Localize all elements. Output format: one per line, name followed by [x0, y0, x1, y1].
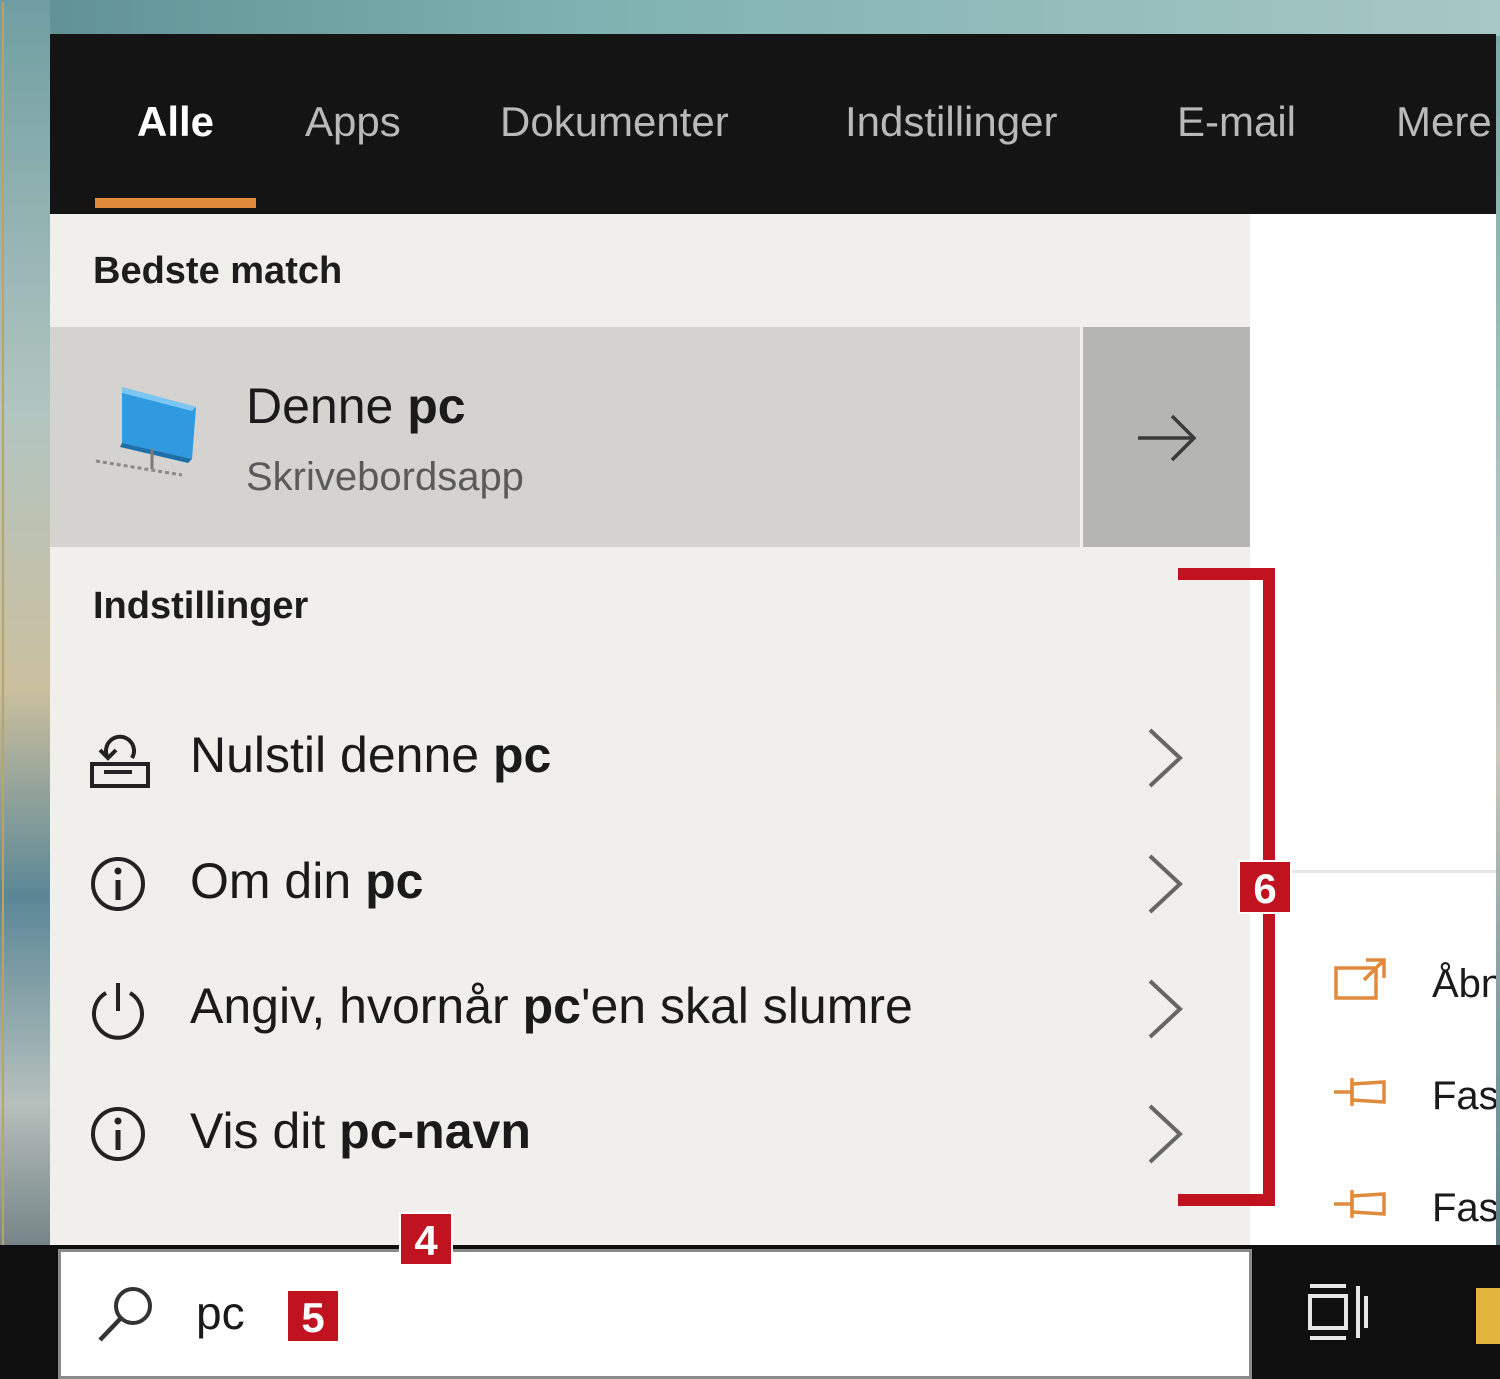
results-list: Bedste match Denne pc Skrivebordsapp Ind…	[50, 214, 1250, 1245]
frame-outline	[2, 2, 4, 1377]
open-icon	[1334, 958, 1386, 1000]
annotation-badge-5: 5	[286, 1289, 340, 1343]
task-view-icon[interactable]	[1306, 1282, 1370, 1342]
chevron-right-icon	[1148, 854, 1183, 914]
settings-item-reset-pc[interactable]: Nulstil denne pc	[50, 700, 1250, 820]
info-icon	[91, 1107, 145, 1161]
settings-item-label: Nulstil denne pc	[190, 727, 552, 783]
reset-pc-icon	[90, 734, 150, 788]
preview-actions: Åbn Fastgør til Start Fastgør til proces…	[1250, 214, 1496, 1245]
settings-item-about-pc[interactable]: Om din pc	[50, 826, 1250, 946]
action-pin-start[interactable]: Fastgør til Start	[1332, 1068, 1496, 1128]
tab-mere[interactable]: Mere	[1396, 92, 1492, 152]
chevron-right-icon	[1148, 979, 1183, 1039]
annotation-bracket-top	[1178, 568, 1275, 580]
settings-item-label: Angiv, hvornår pc'en skal slumre	[190, 978, 913, 1034]
pin-icon	[1334, 1190, 1386, 1218]
info-icon	[91, 857, 145, 911]
open-details-button[interactable]	[1083, 327, 1250, 547]
annotation-badge-4: 4	[399, 1212, 453, 1266]
settings-heading: Indstillinger	[93, 585, 309, 627]
tab-apps[interactable]: Apps	[305, 92, 401, 152]
pin-icon	[1334, 1078, 1386, 1106]
action-pin-taskbar[interactable]: Fastgør til proceslinjen	[1332, 1180, 1496, 1240]
chevron-right-icon	[1148, 728, 1183, 788]
action-open-label: Åbn	[1432, 962, 1496, 1006]
this-pc-icon	[95, 387, 196, 477]
arrow-right-icon	[1138, 414, 1197, 462]
active-tab-indicator	[95, 198, 256, 208]
file-explorer-taskbar-icon[interactable]	[1476, 1288, 1500, 1344]
tab-email[interactable]: E-mail	[1177, 92, 1296, 152]
tab-indstillinger[interactable]: Indstillinger	[845, 92, 1057, 152]
search-icon	[98, 1287, 152, 1342]
power-icon	[92, 983, 144, 1040]
best-match-heading: Bedste match	[93, 250, 343, 292]
search-panel: Alle Apps Dokumenter Indstillinger E-mai…	[50, 34, 1496, 1379]
action-pin-start-label: Fastgør til Start	[1432, 1074, 1496, 1118]
tab-dokumenter[interactable]: Dokumenter	[500, 92, 729, 152]
desktop-background-top	[0, 0, 1500, 36]
desktop-background-left	[0, 0, 50, 1379]
chevron-right-icon	[1148, 1104, 1183, 1164]
annotation-bracket-bottom	[1178, 1194, 1275, 1206]
best-match-item[interactable]: Denne pc Skrivebordsapp	[50, 327, 1080, 547]
settings-item-sleep[interactable]: Angiv, hvornår pc'en skal slumre	[50, 951, 1250, 1071]
search-input[interactable]: pc	[196, 1286, 245, 1340]
best-match-name: Denne pc	[246, 378, 466, 434]
tab-alle[interactable]: Alle	[137, 92, 214, 152]
settings-item-pc-name[interactable]: Vis dit pc-navn	[50, 1076, 1250, 1196]
action-open[interactable]: Åbn	[1332, 956, 1496, 1016]
annotation-badge-6: 6	[1238, 860, 1292, 914]
settings-item-label: Vis dit pc-navn	[190, 1103, 531, 1159]
action-pin-taskbar-label: Fastgør til proceslinjen	[1432, 1186, 1496, 1230]
settings-item-label: Om din pc	[190, 853, 424, 909]
best-match-subtitle: Skrivebordsapp	[246, 455, 524, 499]
search-box[interactable]: pc 5	[58, 1249, 1252, 1379]
filter-tab-bar: Alle Apps Dokumenter Indstillinger E-mai…	[50, 34, 1496, 214]
